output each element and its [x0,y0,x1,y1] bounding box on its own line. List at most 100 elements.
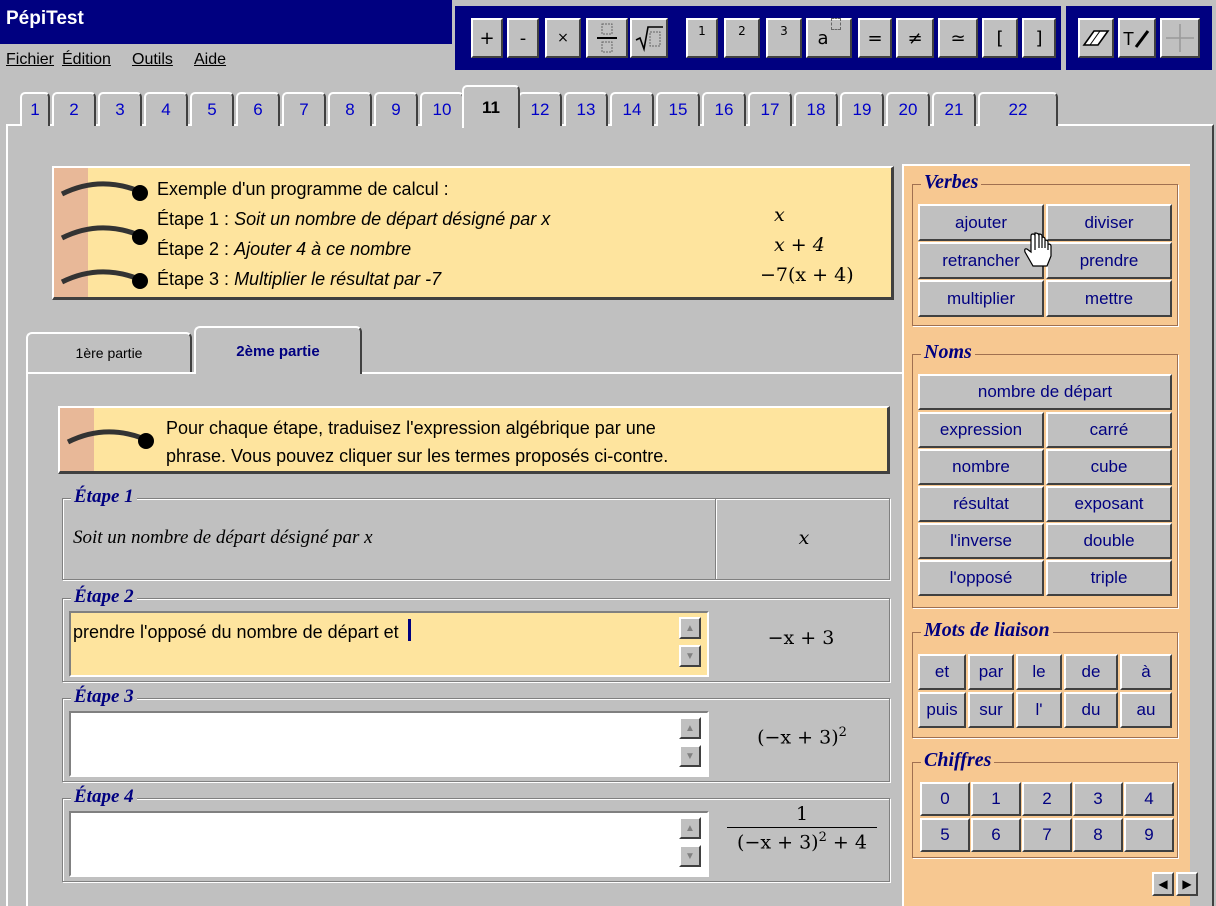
tab-2[interactable]: 2 [52,92,96,126]
tab-part-2[interactable]: 2ème partie [194,326,362,374]
chiffre-word-button[interactable]: 5 [920,818,970,852]
scroll-down-button[interactable]: ▼ [679,845,701,867]
plus-button[interactable]: + [471,18,503,58]
tab-10[interactable]: 10 [420,92,464,126]
tab-18[interactable]: 18 [794,92,838,126]
etape-3-input[interactable]: ▲ ▼ [69,711,709,777]
tab-3[interactable]: 3 [98,92,142,126]
etape-4-expr-denominator-tail: + 4 [826,831,867,854]
menu-fichier[interactable]: Fichier [6,51,54,69]
exercise-tabs: 1 2 3 4 5 6 7 8 9 10 11 12 13 14 15 16 17 18 19 20 21 22 [0,84,1216,128]
menu-edition[interactable]: Édition [62,51,111,69]
power-button[interactable]: a [806,17,852,58]
tab-1[interactable]: 1 [20,92,50,126]
example-intro: Exemple d'un programme de calcul : [157,179,449,199]
chiffre-word-button[interactable]: 8 [1073,818,1123,852]
minus-button[interactable]: - [507,18,539,58]
tab-11[interactable]: 11 [462,85,520,128]
menu-outils[interactable]: Outils [132,51,173,69]
verbe-word-button[interactable]: mettre [1046,280,1172,317]
chiffre-word-button[interactable]: 6 [971,818,1021,852]
exponent-2-button[interactable]: 2 [724,18,760,58]
nom-word-button[interactable]: expression [918,412,1044,448]
menu-aide[interactable]: Aide [194,51,226,69]
tab-14[interactable]: 14 [610,92,654,126]
chiffre-word-button[interactable]: 7 [1022,818,1072,852]
times-button[interactable]: × [545,18,581,58]
tab-9[interactable]: 9 [374,92,418,126]
chiffre-word-button[interactable]: 2 [1022,782,1072,816]
nom-word-button[interactable]: l'opposé [918,560,1044,596]
equals-button[interactable]: = [858,18,892,58]
open-bracket-button[interactable]: [ [982,18,1018,58]
scroll-left-button[interactable]: ◀ [1152,872,1174,896]
scroll-up-button[interactable]: ▲ [679,617,701,639]
tab-20[interactable]: 20 [886,92,930,126]
nom-word-button[interactable]: cube [1046,449,1172,485]
nom-word-button[interactable]: nombre [918,449,1044,485]
noms-title: Noms [921,341,975,364]
tab-19[interactable]: 19 [840,92,884,126]
liaison-word-button[interactable]: par [968,654,1014,690]
nom-word-button[interactable]: résultat [918,486,1044,522]
fraction-button[interactable] [586,18,628,58]
crosshair-button[interactable] [1160,18,1200,58]
liaison-word-button[interactable]: le [1016,654,1062,690]
arrow-right-icon: ▶ [1182,877,1192,891]
tab-21[interactable]: 21 [932,92,976,126]
etape-2-input[interactable]: prendre l'opposé du nombre de départ et … [69,611,709,677]
liaison-word-button[interactable]: à [1120,654,1172,690]
title-bar: PépiTest [0,0,452,44]
nom-word-button[interactable]: exposant [1046,486,1172,522]
verbe-word-button[interactable]: diviser [1046,204,1172,241]
example-step-1-expr-value: x [774,204,785,226]
tab-17[interactable]: 17 [748,92,792,126]
etape-4-input[interactable]: ▲ ▼ [69,811,709,877]
tab-8[interactable]: 8 [328,92,372,126]
nom-word-button[interactable]: triple [1046,560,1172,596]
etape-4-expr-numerator: 1 [795,803,809,825]
liaison-word-button[interactable]: puis [918,692,966,728]
tab-part-1[interactable]: 1ère partie [26,332,192,372]
scroll-up-button[interactable]: ▲ [679,717,701,739]
liaison-word-button[interactable]: et [918,654,966,690]
tab-12[interactable]: 12 [518,92,562,126]
nom-word-button[interactable]: double [1046,523,1172,559]
example-step-3-label: Étape 3 : [157,269,235,289]
liaison-word-button[interactable]: au [1120,692,1172,728]
nom-word-button[interactable]: carré [1046,412,1172,448]
liaison-word-button[interactable]: sur [968,692,1014,728]
tab-7[interactable]: 7 [282,92,326,126]
nom-word-button[interactable]: l'inverse [918,523,1044,559]
square-root-button[interactable] [630,18,668,58]
scroll-right-button[interactable]: ▶ [1176,872,1198,896]
chiffre-word-button[interactable]: 9 [1124,818,1174,852]
tab-6[interactable]: 6 [236,92,280,126]
tab-4[interactable]: 4 [144,92,188,126]
text-pen-button[interactable]: T [1118,18,1156,58]
exponent-3-button[interactable]: 3 [766,18,802,58]
verbe-word-button[interactable]: prendre [1046,242,1172,279]
close-bracket-button[interactable]: ] [1022,18,1056,58]
nom-word-button[interactable]: nombre de départ [918,374,1172,410]
tab-15[interactable]: 15 [656,92,700,126]
chiffre-word-button[interactable]: 4 [1124,782,1174,816]
chiffre-word-button[interactable]: 1 [971,782,1021,816]
tab-13[interactable]: 13 [564,92,608,126]
scroll-down-button[interactable]: ▼ [679,745,701,767]
tab-16[interactable]: 16 [702,92,746,126]
scroll-up-button[interactable]: ▲ [679,817,701,839]
liaison-word-button[interactable]: du [1064,692,1118,728]
exponent-1-button[interactable]: 1 [686,18,718,58]
approx-button[interactable]: ≃ [938,18,978,58]
chiffre-word-button[interactable]: 0 [920,782,970,816]
tab-5[interactable]: 5 [190,92,234,126]
verbe-word-button[interactable]: multiplier [918,280,1044,317]
not-equal-button[interactable]: ≠ [896,18,934,58]
scroll-down-button[interactable]: ▼ [679,645,701,667]
eraser-button[interactable] [1078,18,1114,58]
tab-22[interactable]: 22 [978,92,1058,126]
chiffre-word-button[interactable]: 3 [1073,782,1123,816]
liaison-word-button[interactable]: l' [1016,692,1062,728]
liaison-word-button[interactable]: de [1064,654,1118,690]
